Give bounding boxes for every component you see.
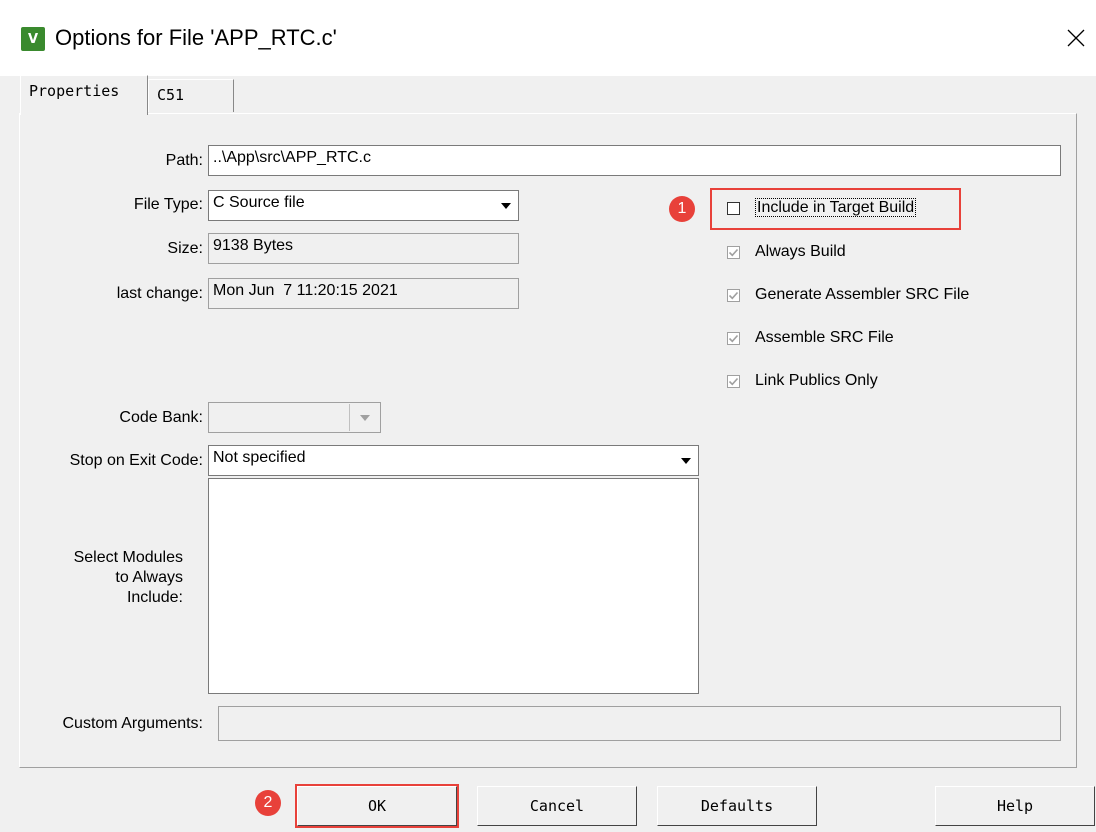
stop-exit-dropdown-button[interactable] — [675, 447, 697, 474]
link-publics-label: Link Publics Only — [755, 372, 878, 389]
select-modules-list[interactable] — [208, 478, 699, 694]
check-icon — [728, 334, 739, 343]
cancel-button[interactable]: Cancel — [477, 786, 637, 826]
stop-exit-label: Stop on Exit Code: — [69, 452, 203, 469]
close-icon — [1067, 29, 1085, 47]
help-button-label: Help — [996, 797, 1034, 815]
last-change-value: Mon Jun 7 11:20:15 2021 — [208, 278, 519, 309]
size-value: 9138 Bytes — [208, 233, 519, 264]
check-icon — [728, 248, 739, 257]
tab-properties[interactable]: Properties — [20, 75, 148, 115]
select-modules-label-line3: Include: — [126, 589, 183, 606]
select-modules-label-line2: to Always — [115, 569, 183, 586]
include-target-build-label[interactable]: Include in Target Build — [755, 198, 917, 217]
file-type-label: File Type: — [133, 196, 203, 213]
always-build-label: Always Build — [755, 243, 846, 260]
stop-exit-value: Not specified — [213, 449, 306, 466]
title-bar: V Options for File 'APP_RTC.c' — [0, 0, 1096, 76]
window-title: Options for File 'APP_RTC.c' — [55, 25, 337, 50]
chevron-down-icon — [501, 202, 511, 209]
check-icon — [728, 291, 739, 300]
tab-c51[interactable]: C51 — [148, 79, 234, 112]
assemble-src-checkbox[interactable] — [727, 332, 740, 345]
path-field[interactable]: ..\App\src\APP_RTC.c — [208, 145, 1061, 176]
tab-c51-label: C51 — [157, 86, 185, 104]
size-label: Size: — [167, 240, 203, 257]
file-type-value: C Source file — [213, 194, 305, 211]
file-type-select[interactable]: C Source file — [208, 190, 519, 221]
select-modules-label-line1: Select Modules — [73, 549, 183, 566]
file-type-dropdown-button[interactable] — [495, 192, 517, 219]
path-label: Path: — [165, 152, 203, 169]
generate-asm-src-checkbox[interactable] — [727, 289, 740, 302]
close-button[interactable] — [1056, 18, 1096, 58]
annotation-marker-1: 1 — [669, 196, 695, 222]
link-publics-checkbox[interactable] — [727, 375, 740, 388]
code-bank-label: Code Bank: — [119, 409, 203, 426]
code-bank-dropdown-button — [349, 404, 380, 431]
always-build-checkbox[interactable] — [727, 246, 740, 259]
stop-exit-select[interactable]: Not specified — [208, 445, 699, 476]
annotation-marker-2: 2 — [255, 790, 281, 816]
custom-args-field — [218, 706, 1061, 741]
last-change-label: last change: — [116, 285, 203, 302]
check-icon — [728, 377, 739, 386]
help-button[interactable]: Help — [935, 786, 1095, 826]
defaults-button-label: Defaults — [700, 797, 774, 815]
select-modules-label: Select Modules to Always Include: — [20, 548, 183, 608]
chevron-down-icon — [681, 457, 691, 464]
cancel-button-label: Cancel — [529, 797, 585, 815]
custom-args-label: Custom Arguments: — [62, 715, 204, 732]
tab-properties-label: Properties — [29, 82, 120, 100]
generate-asm-src-label: Generate Assembler SRC File — [755, 286, 970, 303]
keil-uvision-icon: V — [21, 27, 45, 51]
assemble-src-label: Assemble SRC File — [755, 329, 894, 346]
chevron-down-icon — [360, 414, 370, 421]
include-target-build-checkbox[interactable] — [727, 202, 740, 215]
defaults-button[interactable]: Defaults — [657, 786, 817, 826]
ok-button-highlight — [295, 784, 459, 828]
include-target-build-text: Include in Target Build — [755, 198, 917, 217]
